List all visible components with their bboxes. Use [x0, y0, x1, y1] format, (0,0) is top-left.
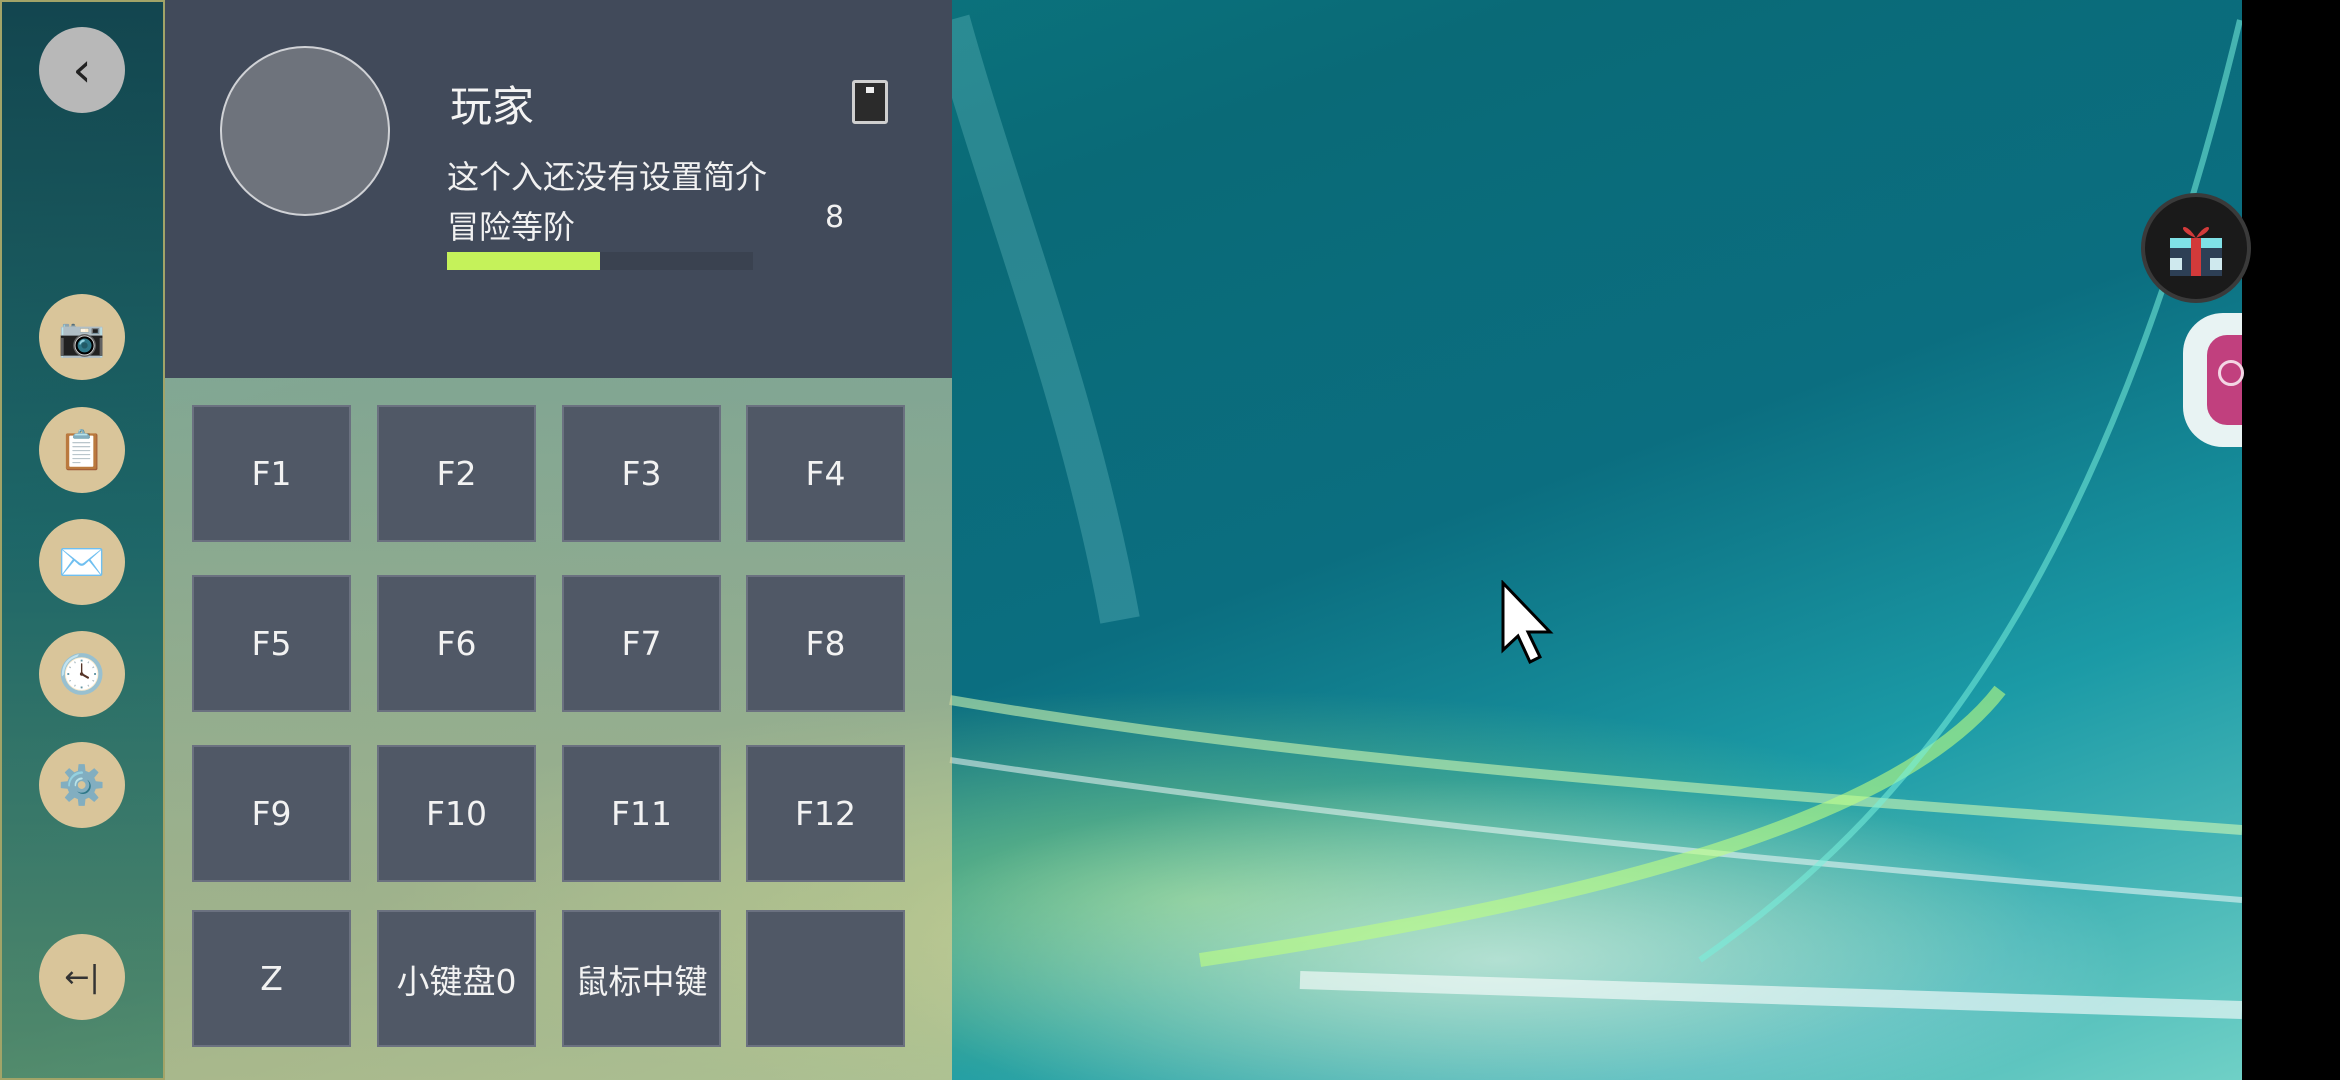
exit-button[interactable]: ←|: [39, 934, 125, 1020]
key-f9[interactable]: F9: [192, 745, 351, 882]
notebook-icon[interactable]: [852, 80, 888, 124]
clipboard-button[interactable]: 📋: [39, 407, 125, 493]
key-f5[interactable]: F5: [192, 575, 351, 712]
screenshot-button[interactable]: 📷: [39, 294, 125, 380]
key-f1[interactable]: F1: [192, 405, 351, 542]
key-f7[interactable]: F7: [562, 575, 721, 712]
floating-assistant-button[interactable]: [2141, 193, 2251, 303]
player-name: 玩家: [450, 82, 535, 131]
gear-icon: ⚙️: [58, 762, 106, 807]
key-f10[interactable]: F10: [377, 745, 536, 882]
key-f4[interactable]: F4: [746, 405, 905, 542]
level-value: 8: [825, 200, 845, 235]
profile-card: 玩家 这个入还没有设置简介 冒险等阶 8: [165, 0, 952, 378]
key-f6[interactable]: F6: [377, 575, 536, 712]
level-progress-bar: [447, 252, 753, 270]
clock-icon: 🕓: [58, 651, 106, 696]
exit-icon: ←|: [64, 959, 100, 995]
level-label: 冒险等阶: [447, 208, 576, 246]
key-f11[interactable]: F11: [562, 745, 721, 882]
settings-button[interactable]: ⚙️: [39, 742, 125, 828]
screen-edge: [2242, 0, 2340, 1080]
chevron-left-icon: ‹: [72, 42, 92, 98]
key-empty[interactable]: [746, 910, 905, 1047]
player-bio: 这个入还没有设置简介: [447, 158, 768, 196]
gift-box-icon: [2170, 227, 2222, 276]
key-f2[interactable]: F2: [377, 405, 536, 542]
back-button[interactable]: ‹: [39, 27, 125, 113]
control-panel: 玩家 这个入还没有设置简介 冒险等阶 8 F1 F2 F3 F4 F5 F6 F…: [165, 0, 952, 1080]
mail-icon: ✉️: [58, 539, 106, 584]
key-numpad-0[interactable]: 小键盘0: [377, 910, 536, 1047]
key-z[interactable]: Z: [192, 910, 351, 1047]
mail-button[interactable]: ✉️: [39, 519, 125, 605]
sidebar: ‹ 📷 📋 ✉️ 🕓 ⚙️ ←|: [0, 0, 165, 1080]
clipboard-icon: 📋: [58, 427, 106, 472]
mouse-cursor-icon: [1501, 580, 1554, 665]
avatar[interactable]: [220, 46, 390, 216]
key-f8[interactable]: F8: [746, 575, 905, 712]
key-f3[interactable]: F3: [562, 405, 721, 542]
add-circle-icon: [2218, 360, 2244, 386]
camera-icon: 📷: [58, 314, 106, 359]
key-f12[interactable]: F12: [746, 745, 905, 882]
history-button[interactable]: 🕓: [39, 631, 125, 717]
key-middle-mouse[interactable]: 鼠标中键: [562, 910, 721, 1047]
level-progress-fill: [447, 252, 600, 270]
